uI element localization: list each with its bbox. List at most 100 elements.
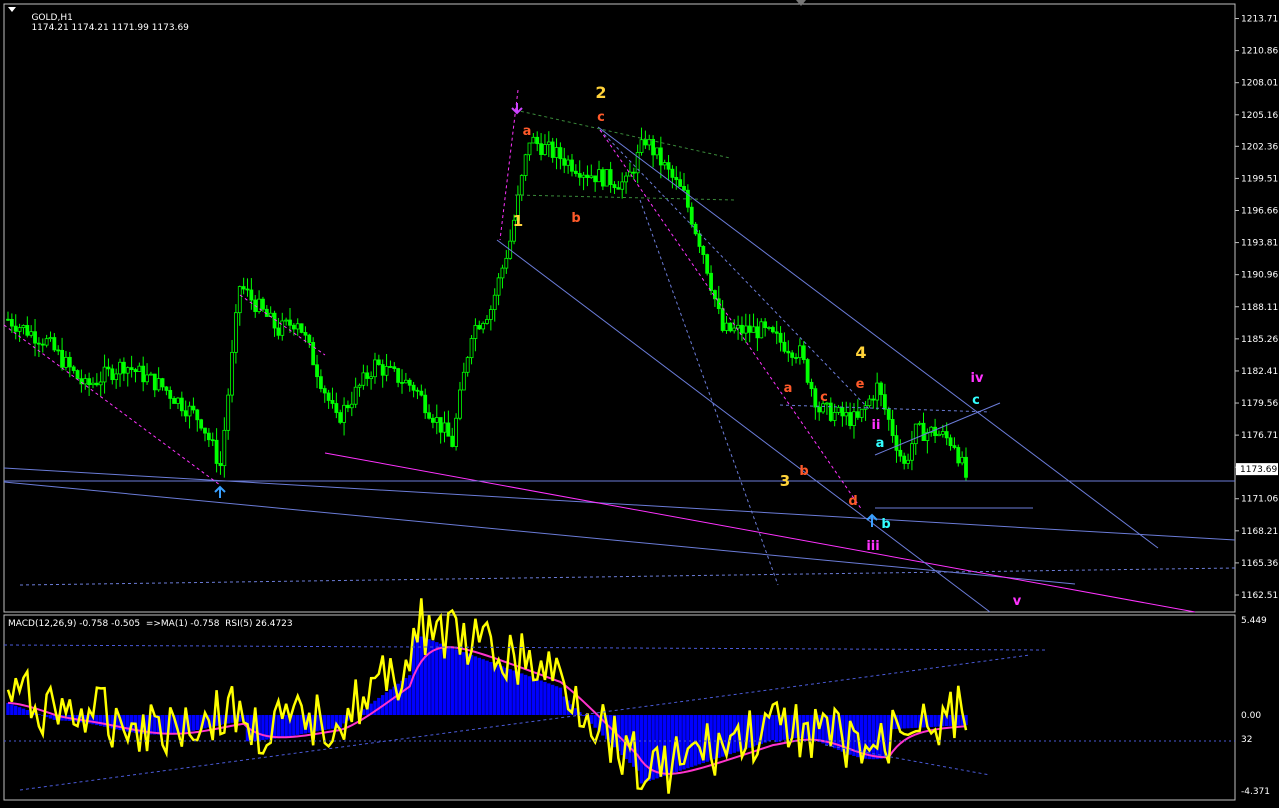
wave-label: iii [866, 539, 879, 554]
price-tick-label: 1179.56 [1241, 399, 1278, 409]
candle-body [604, 169, 609, 187]
candle-body [871, 398, 876, 401]
candle-body [288, 319, 292, 326]
candle-body [91, 382, 95, 386]
scroll-marker-icon [796, 0, 806, 6]
candle-body [60, 349, 64, 368]
price-tick-label: 1188.11 [1241, 303, 1278, 313]
candle-body [774, 331, 779, 334]
candle-body [840, 406, 845, 417]
candle-body [724, 322, 729, 331]
wave-label: 3 [780, 472, 790, 490]
candle-body [600, 169, 605, 187]
candle-body [882, 394, 887, 410]
candle-body [218, 463, 223, 467]
candle-body [361, 372, 366, 386]
candle-body [890, 418, 895, 436]
candle-body [438, 417, 443, 433]
candle-body [353, 386, 358, 405]
candle-body [620, 181, 625, 190]
candle-body [129, 367, 134, 370]
sub-frame [3, 614, 1236, 801]
candle-body [295, 323, 300, 330]
price-tick-label: 1176.71 [1241, 431, 1278, 441]
down-arrow-icon [511, 103, 523, 115]
candle-body [624, 175, 628, 183]
wave-label: c [820, 390, 828, 405]
candle-body [685, 189, 690, 208]
candle-body [469, 338, 474, 359]
candle-body [446, 422, 451, 437]
candle-body [589, 175, 594, 178]
chart-canvas[interactable]: 1213.71 1210.86 1208.01 1205.16 1202.36 1199.… [0, 0, 1279, 804]
candle-body [376, 359, 381, 365]
candle-body [697, 233, 702, 247]
price-tick-label: 1196.66 [1241, 206, 1278, 216]
candle-body [183, 410, 188, 417]
candle-body [898, 449, 903, 457]
candle-body [570, 159, 574, 172]
candle-body [276, 327, 281, 336]
candle-body [83, 378, 88, 385]
candle-body [431, 417, 435, 423]
candle-body [458, 389, 462, 419]
candle-body [280, 320, 285, 336]
candle-body [550, 141, 555, 158]
indicator-tick-label: 32 [1241, 735, 1252, 745]
candle-body [6, 318, 10, 321]
candle-body [415, 389, 420, 392]
candle-body [29, 331, 34, 336]
candle-body [473, 325, 478, 339]
candle-body [658, 147, 663, 166]
candle-body [303, 332, 308, 336]
candle-body [75, 370, 80, 380]
candle-body [670, 168, 675, 178]
candle-body [720, 308, 725, 331]
candle-body [917, 422, 922, 425]
candle-body [828, 402, 833, 421]
candle-body [349, 403, 354, 409]
wave-label: 1 [513, 212, 523, 230]
chart-window[interactable]: 1213.71 1210.86 1208.01 1205.16 1202.36 1199.… [0, 0, 1279, 804]
candle-body [701, 246, 706, 255]
candle-body [747, 325, 752, 333]
candle-body [311, 342, 316, 366]
candle-body [577, 173, 582, 178]
candle-body [423, 394, 428, 414]
candle-body [106, 366, 111, 370]
price-tick-label: 1213.71 [1241, 15, 1278, 25]
candle-body [365, 372, 370, 379]
triangle-down-icon[interactable] [8, 7, 16, 12]
candle-body [585, 174, 590, 178]
candle-body [326, 392, 331, 401]
candle-body [651, 138, 656, 156]
candle-body [237, 286, 242, 314]
candle-body [40, 343, 45, 346]
candle-body [933, 426, 937, 437]
wave-label: 4 [855, 343, 866, 362]
candle-body [500, 267, 505, 279]
candle-body [778, 332, 783, 343]
candle-body [797, 345, 802, 359]
candle-body [948, 437, 953, 447]
price-tick-label: 1168.21 [1241, 527, 1278, 537]
candle-body [485, 319, 489, 324]
wave-label: 2 [595, 83, 606, 102]
candle-body [149, 373, 153, 376]
candle-body [191, 405, 196, 411]
candle-body [944, 431, 949, 439]
candle-body [852, 411, 856, 426]
macd-info: MACD(12,26,9) -0.758 -0.505 =>MA(1) -0.7… [8, 619, 293, 629]
wave-label: c [597, 110, 605, 125]
candle-body [249, 289, 254, 301]
candle-body [910, 443, 914, 461]
candle-body [118, 361, 122, 375]
candle-body [234, 312, 238, 353]
candle-body [593, 175, 598, 183]
candle-body [145, 374, 149, 383]
candle-body [906, 459, 910, 464]
candle-body [203, 427, 207, 434]
candle-body [655, 147, 659, 156]
candle-body [952, 445, 957, 448]
candle-body [631, 171, 636, 174]
